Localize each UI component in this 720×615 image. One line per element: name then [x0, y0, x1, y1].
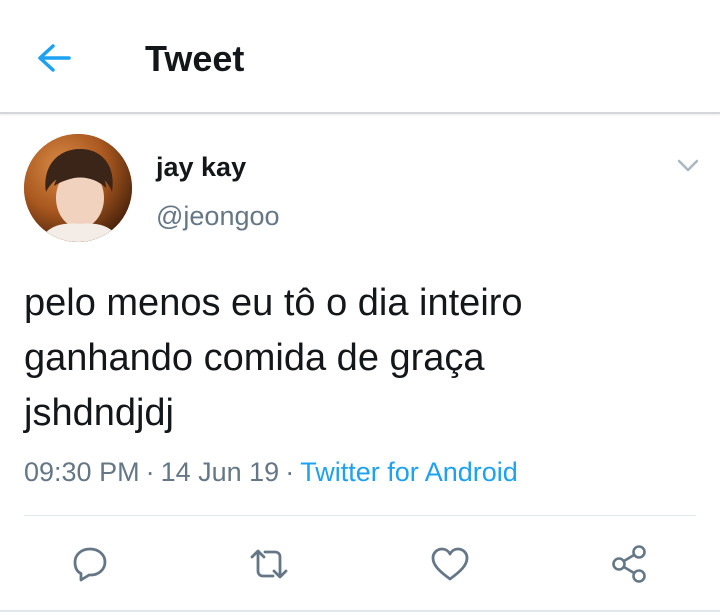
author-display-name[interactable]: jay kay — [156, 151, 246, 183]
retweet-button[interactable] — [247, 542, 291, 586]
share-icon — [612, 545, 646, 583]
avatar[interactable] — [24, 134, 132, 242]
divider — [24, 515, 696, 516]
like-button[interactable] — [428, 542, 472, 586]
avatar-photo — [24, 134, 132, 242]
tweet-source-link[interactable]: Twitter for Android — [300, 457, 518, 487]
tweet-metadata: 09:30 PM · 14 Jun 19 · Twitter for Android — [24, 456, 518, 488]
tweet-date: 14 Jun 19 — [160, 457, 280, 487]
divider — [0, 610, 720, 612]
tweet-time: 09:30 PM — [24, 457, 140, 487]
meta-separator: · — [285, 457, 295, 487]
heart-icon — [431, 547, 469, 581]
author-handle[interactable]: @jeongoo — [156, 200, 280, 232]
share-button[interactable] — [608, 542, 652, 586]
reply-button[interactable] — [68, 542, 112, 586]
back-button[interactable] — [30, 36, 78, 80]
tweet-options-button[interactable] — [672, 152, 704, 180]
chevron-down-icon — [677, 159, 699, 172]
reply-icon — [73, 547, 107, 582]
arrow-left-icon — [38, 44, 71, 72]
tweet-detail-screen: Tweet jay kay @jeongoo pelo menos eu tô … — [0, 0, 720, 615]
tweet-text: pelo menos eu tô o dia inteiro ganhando … — [24, 282, 523, 434]
page-title: Tweet — [145, 38, 245, 79]
retweet-icon — [250, 549, 288, 579]
top-app-bar: Tweet — [0, 0, 720, 114]
meta-separator: · — [145, 457, 155, 487]
